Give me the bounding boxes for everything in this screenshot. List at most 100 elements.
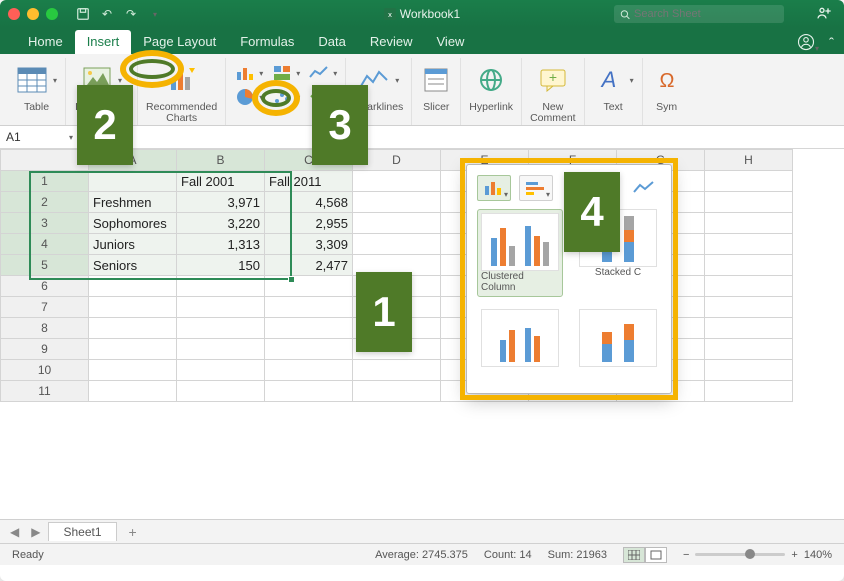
cell[interactable]: Juniors: [89, 234, 177, 255]
select-all-corner[interactable]: [1, 150, 89, 171]
row-header[interactable]: 3: [1, 213, 89, 234]
zoom-level[interactable]: 140%: [804, 549, 832, 561]
callout-ring-chart-button: [252, 80, 300, 116]
tab-formulas[interactable]: Formulas: [228, 30, 306, 54]
ribbon-tabs: Home Insert Page Layout Formulas Data Re…: [0, 28, 844, 54]
excel-file-icon: x: [384, 8, 396, 20]
line-chart-button[interactable]: [308, 62, 330, 84]
tab-data[interactable]: Data: [306, 30, 357, 54]
sheet-tab[interactable]: Sheet1: [48, 522, 116, 541]
row-header[interactable]: 7: [1, 297, 89, 318]
row-header[interactable]: 10: [1, 360, 89, 381]
worksheet-grid[interactable]: A B C D E F G H 1 Fall 2001 Fall 2011: [0, 149, 844, 519]
new-comment-label: New Comment: [530, 102, 576, 125]
symbols-label: Sym: [656, 102, 677, 114]
row-header[interactable]: 5: [1, 255, 89, 276]
cell[interactable]: Fall 2001: [177, 171, 265, 192]
cell[interactable]: 3,309: [265, 234, 353, 255]
formula-input[interactable]: [134, 135, 844, 139]
cell[interactable]: 2,955: [265, 213, 353, 234]
search-field[interactable]: [634, 8, 778, 20]
status-bar: Ready Average: 2745.375 Count: 14 Sum: 2…: [0, 543, 844, 565]
status-ready: Ready: [12, 549, 44, 561]
zoom-out-button[interactable]: −: [683, 549, 689, 561]
column-header-b[interactable]: B: [177, 150, 265, 171]
cell[interactable]: [353, 171, 441, 192]
status-sum: Sum: 21963: [548, 549, 607, 561]
undo-icon[interactable]: ↶: [100, 7, 114, 21]
symbols-button[interactable]: Ω: [651, 64, 683, 96]
row-header[interactable]: 1: [1, 171, 89, 192]
hyperlink-button[interactable]: [475, 64, 507, 96]
callout-number-4: 4: [564, 172, 620, 252]
name-box-value: A1: [6, 130, 21, 144]
cell[interactable]: Fall 2011: [265, 171, 353, 192]
ribbon-group-hyperlink: Hyperlink: [461, 58, 522, 125]
ribbon-group-comment: + New Comment: [522, 58, 585, 125]
zoom-slider[interactable]: [695, 553, 785, 556]
column-chart-button[interactable]: [234, 62, 256, 84]
minimize-window-button[interactable]: [27, 8, 39, 20]
row-header[interactable]: 8: [1, 318, 89, 339]
account-icon[interactable]: ▾: [797, 33, 819, 54]
ribbon-group-table: ▾ Table: [8, 58, 66, 125]
row-header[interactable]: 4: [1, 234, 89, 255]
new-comment-button[interactable]: +: [537, 64, 569, 96]
column-header-h[interactable]: H: [705, 150, 793, 171]
name-box[interactable]: A1 ▾: [0, 128, 80, 146]
row-header[interactable]: 11: [1, 381, 89, 402]
collapse-ribbon-icon[interactable]: ˆ: [829, 35, 834, 52]
ribbon-group-slicer: Slicer: [412, 58, 461, 125]
row-header[interactable]: 9: [1, 339, 89, 360]
svg-text:A: A: [599, 67, 616, 92]
text-button[interactable]: A: [593, 64, 625, 96]
cell[interactable]: Seniors: [89, 255, 177, 276]
ribbon-group-symbols: Ω Sym: [643, 58, 691, 125]
callout-ring-insert-tab: [120, 50, 184, 88]
cell[interactable]: [89, 171, 177, 192]
cell[interactable]: Freshmen: [89, 192, 177, 213]
qat-dropdown-icon[interactable]: ▾: [148, 7, 162, 21]
cell[interactable]: Sophomores: [89, 213, 177, 234]
redo-icon[interactable]: ↷: [124, 7, 138, 21]
table-button[interactable]: [16, 64, 48, 96]
cell[interactable]: 2,477: [265, 255, 353, 276]
cell[interactable]: 3,220: [177, 213, 265, 234]
row-header[interactable]: 6: [1, 276, 89, 297]
cell[interactable]: 1,313: [177, 234, 265, 255]
add-sheet-button[interactable]: +: [121, 524, 145, 540]
close-window-button[interactable]: [8, 8, 20, 20]
callout-number-1: 1: [356, 272, 412, 352]
hyperlink-label: Hyperlink: [469, 102, 513, 114]
view-page-layout-button[interactable]: [645, 547, 667, 563]
zoom-in-button[interactable]: +: [791, 549, 797, 561]
chevron-down-icon[interactable]: ▾: [53, 76, 57, 85]
tab-view[interactable]: View: [425, 30, 477, 54]
cell[interactable]: 150: [177, 255, 265, 276]
zoom-window-button[interactable]: [46, 8, 58, 20]
slicer-button[interactable]: [420, 64, 452, 96]
callout-number-2: 2: [77, 85, 133, 165]
search-sheet-input[interactable]: [614, 5, 784, 23]
view-normal-button[interactable]: [623, 547, 645, 563]
chevron-down-icon[interactable]: ▾: [69, 133, 73, 142]
share-button[interactable]: [816, 5, 832, 24]
row-header[interactable]: 2: [1, 192, 89, 213]
tab-home[interactable]: Home: [16, 30, 75, 54]
tab-insert[interactable]: Insert: [75, 30, 132, 54]
tab-review[interactable]: Review: [358, 30, 425, 54]
svg-text:+: +: [549, 69, 557, 85]
sheet-nav-prev[interactable]: ◀: [6, 525, 23, 539]
save-icon[interactable]: [76, 7, 90, 21]
status-average: Average: 2745.375: [375, 549, 468, 561]
quick-access-toolbar: ↶ ↷ ▾: [76, 7, 162, 21]
sheet-tab-bar: ◀ ▶ Sheet1 +: [0, 519, 844, 543]
cell[interactable]: 3,971: [177, 192, 265, 213]
window-controls: [8, 8, 58, 20]
titlebar: ↶ ↷ ▾ x Workbook1: [0, 0, 844, 28]
fill-handle[interactable]: [288, 276, 295, 283]
status-count: Count: 14: [484, 549, 532, 561]
recommended-charts-label: Recommended Charts: [146, 102, 217, 125]
cell[interactable]: 4,568: [265, 192, 353, 213]
sheet-nav-next[interactable]: ▶: [27, 525, 44, 539]
